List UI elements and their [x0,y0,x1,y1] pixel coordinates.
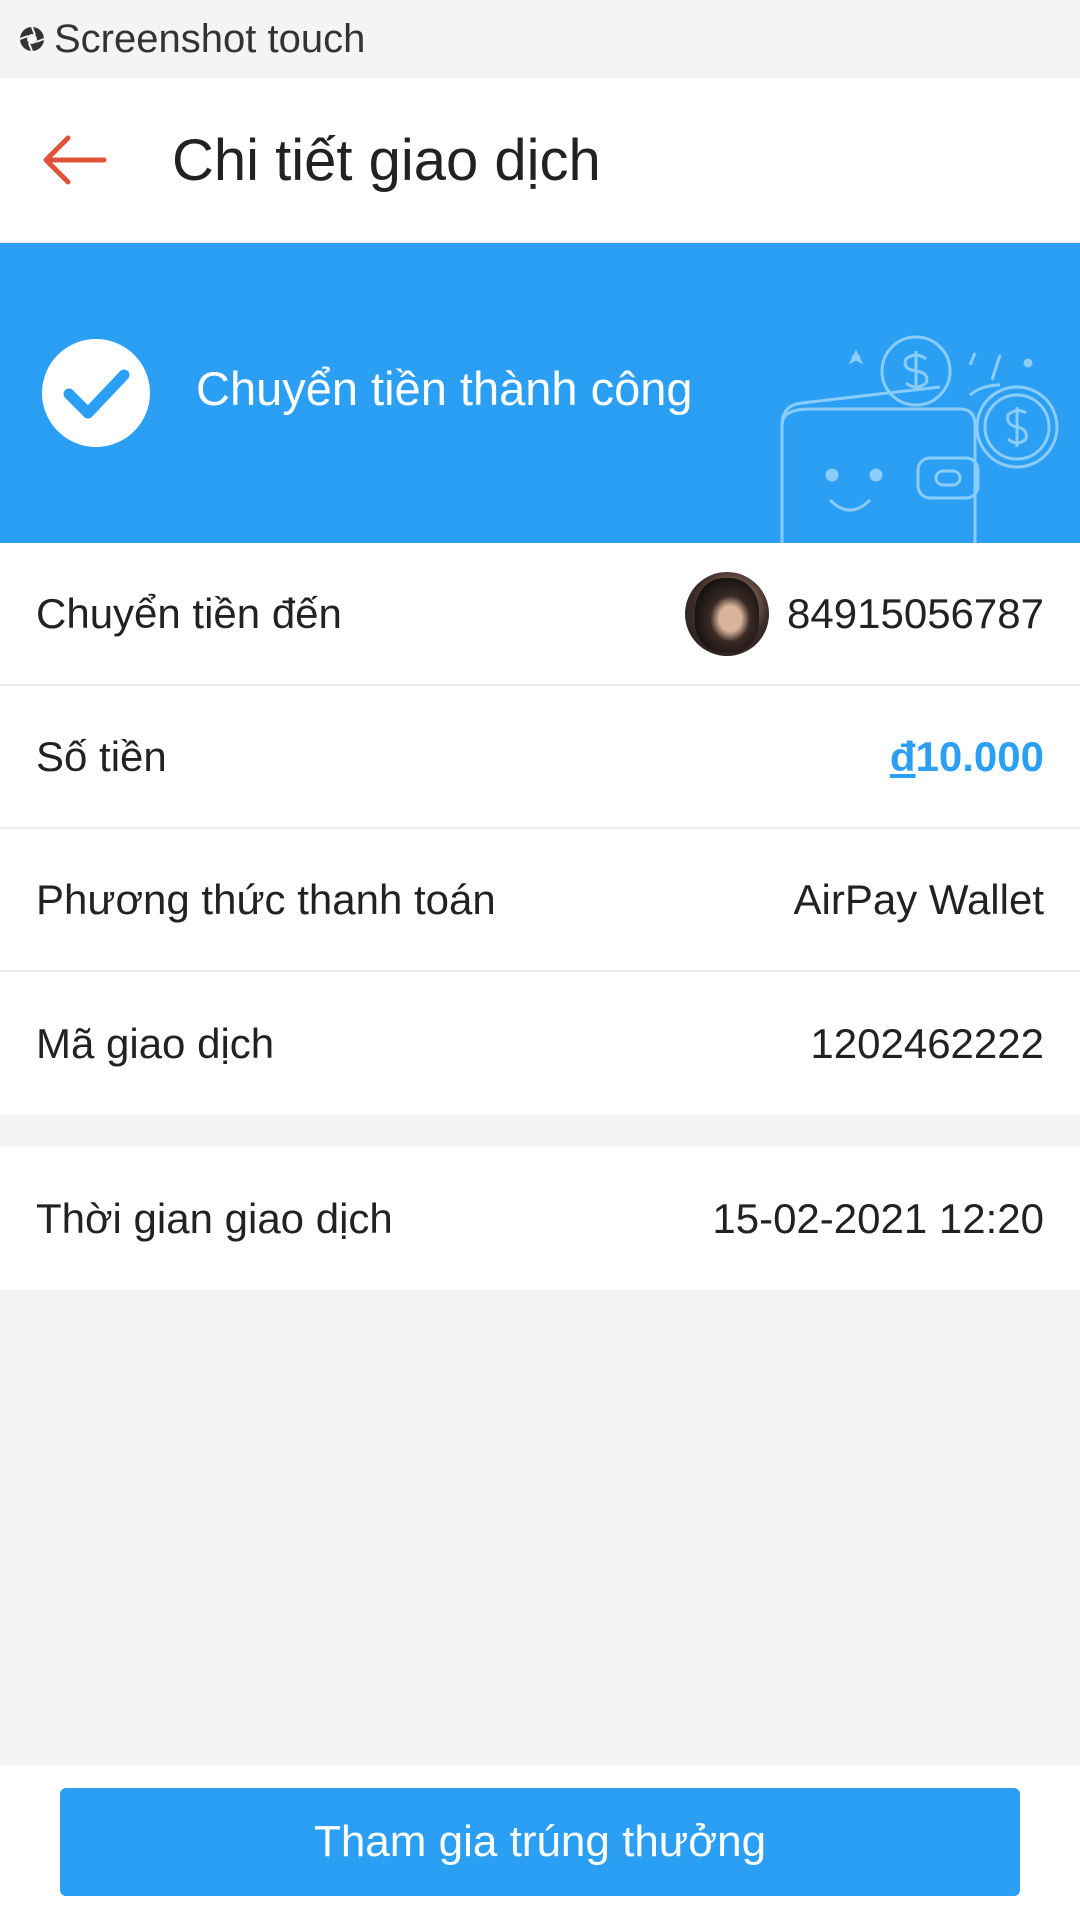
status-bar: Screenshot touch [0,0,1080,78]
success-message: Chuyển tiền thành công [196,362,693,415]
transaction-id-label: Mã giao dịch [36,1019,275,1067]
payment-method-label: Phương thức thanh toán [36,875,496,923]
footer: Tham gia trúng thưởng [0,1765,1080,1920]
transaction-time-value: 15-02-2021 12:20 [712,1194,1044,1242]
recipient-value: 84915056787 [685,571,1044,656]
wallet-illustration-icon [780,335,1059,543]
amount-value: đ 10.000 [890,733,1044,781]
amount-number: 10.000 [915,732,1044,780]
camera-shutter-icon [19,26,45,52]
currency-symbol: đ [889,732,916,780]
transaction-details: Chuyển tiền đến 84915056787 Số tiền đ 10.… [0,543,1080,1290]
detail-row-recipient: Chuyển tiền đến 84915056787 [0,543,1080,686]
join-reward-button[interactable]: Tham gia trúng thưởng [60,1788,1020,1896]
check-circle-icon [42,339,150,447]
section-divider [0,1115,1080,1147]
amount-label: Số tiền [36,732,167,780]
app-bar: Chi tiết giao dịch [0,78,1080,243]
success-banner: Chuyển tiền thành công [0,243,1080,543]
arrow-left-icon[interactable] [38,132,110,188]
recipient-phone: 84915056787 [787,589,1044,637]
recipient-label: Chuyển tiền đến [36,589,342,637]
page-title: Chi tiết giao dịch [172,127,601,193]
detail-row-amount: Số tiền đ 10.000 [0,686,1080,829]
detail-row-payment-method: Phương thức thanh toán AirPay Wallet [0,829,1080,972]
detail-row-transaction-time: Thời gian giao dịch 15-02-2021 12:20 [0,1147,1080,1290]
avatar [685,571,770,656]
detail-row-transaction-id: Mã giao dịch 1202462222 [0,972,1080,1115]
transaction-time-label: Thời gian giao dịch [36,1194,393,1242]
payment-method-value: AirPay Wallet [793,875,1044,923]
status-bar-text: Screenshot touch [54,16,366,61]
transaction-id-value: 1202462222 [810,1019,1044,1067]
